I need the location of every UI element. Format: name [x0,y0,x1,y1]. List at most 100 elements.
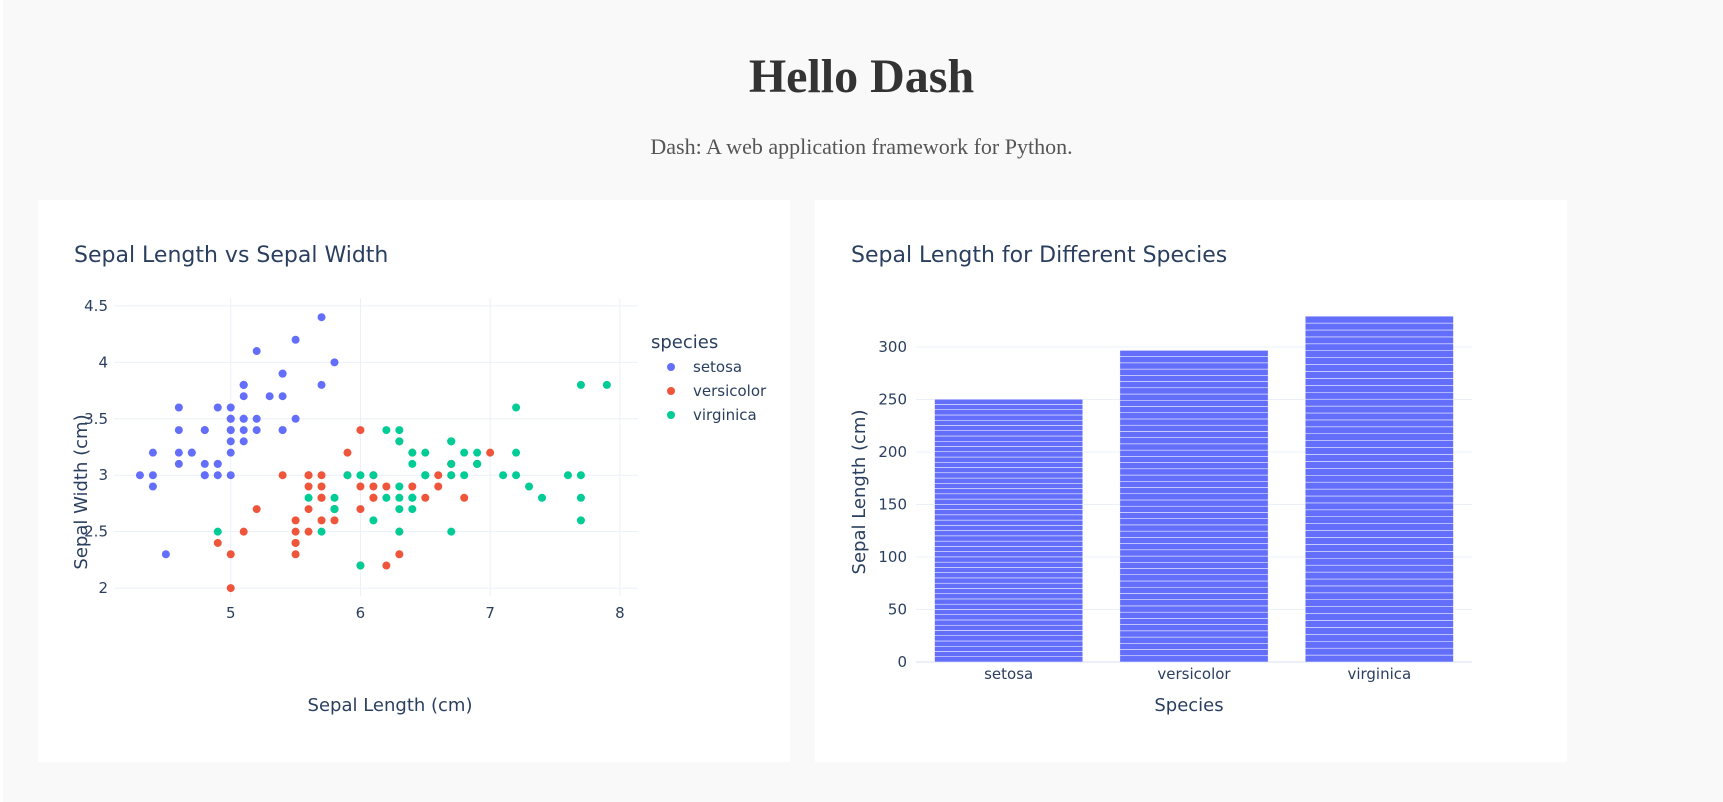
scatter-point-setosa[interactable] [226,426,235,435]
scatter-point-setosa[interactable] [278,369,287,378]
scatter-point-setosa[interactable] [213,403,222,412]
scatter-point-versicolor[interactable] [278,471,287,480]
scatter-point-versicolor[interactable] [434,471,443,480]
scatter-point-versicolor[interactable] [369,493,378,502]
scatter-point-setosa[interactable] [148,482,157,491]
scatter-point-virginica[interactable] [447,471,456,480]
scatter-point-setosa[interactable] [278,392,287,401]
scatter-point-setosa[interactable] [226,471,235,480]
scatter-point-versicolor[interactable] [226,584,235,593]
scatter-point-setosa[interactable] [174,403,183,412]
scatter-point-virginica[interactable] [576,516,585,525]
scatter-point-setosa[interactable] [252,347,261,356]
scatter-point-virginica[interactable] [395,437,404,446]
scatter-point-versicolor[interactable] [226,550,235,559]
scatter-point-setosa[interactable] [200,459,209,468]
scatter-point-virginica[interactable] [512,471,521,480]
scatter-point-setosa[interactable] [161,550,170,559]
scatter-point-virginica[interactable] [317,527,326,536]
scatter-point-virginica[interactable] [538,493,547,502]
scatter-point-versicolor[interactable] [395,550,404,559]
scatter-point-virginica[interactable] [330,505,339,514]
legend-item-setosa[interactable]: setosa [667,358,742,376]
scatter-point-virginica[interactable] [395,493,404,502]
scatter-point-virginica[interactable] [525,482,534,491]
scatter-point-versicolor[interactable] [369,482,378,491]
scatter-point-versicolor[interactable] [408,482,417,491]
scatter-point-setosa[interactable] [135,471,144,480]
scatter-point-virginica[interactable] [382,493,391,502]
scatter-point-virginica[interactable] [473,459,482,468]
scatter-point-setosa[interactable] [174,448,183,457]
legend-item-versicolor[interactable]: versicolor [667,382,767,400]
scatter-point-setosa[interactable] [330,358,339,367]
scatter-point-setosa[interactable] [200,426,209,435]
bar-versicolor[interactable] [1119,350,1269,663]
scatter-point-virginica[interactable] [447,527,456,536]
scatter-point-virginica[interactable] [512,403,521,412]
scatter-point-setosa[interactable] [239,392,248,401]
scatter-point-virginica[interactable] [447,459,456,468]
scatter-point-setosa[interactable] [239,380,248,389]
scatter-point-virginica[interactable] [395,482,404,491]
scatter-point-versicolor[interactable] [317,493,326,502]
scatter-point-versicolor[interactable] [291,527,300,536]
scatter-point-setosa[interactable] [200,471,209,480]
scatter-point-virginica[interactable] [499,471,508,480]
scatter-point-setosa[interactable] [239,414,248,423]
scatter-point-versicolor[interactable] [343,448,352,457]
scatter-point-virginica[interactable] [382,426,391,435]
scatter-point-virginica[interactable] [408,505,417,514]
scatter-point-virginica[interactable] [576,493,585,502]
scatter-point-virginica[interactable] [473,448,482,457]
scatter-point-virginica[interactable] [576,471,585,480]
bar-setosa[interactable] [934,398,1084,663]
scatter-point-virginica[interactable] [408,459,417,468]
scatter-chart[interactable]: Sepal Length vs Sepal Width 5 6 7 822.533.5… [38,200,790,762]
scatter-point-setosa[interactable] [317,380,326,389]
scatter-point-versicolor[interactable] [213,538,222,547]
scatter-point-virginica[interactable] [356,471,365,480]
scatter-point-versicolor[interactable] [252,505,261,514]
scatter-point-setosa[interactable] [213,459,222,468]
scatter-point-virginica[interactable] [213,527,222,536]
scatter-point-versicolor[interactable] [304,471,313,480]
scatter-point-setosa[interactable] [265,392,274,401]
scatter-point-setosa[interactable] [174,426,183,435]
scatter-point-versicolor[interactable] [317,516,326,525]
scatter-point-setosa[interactable] [317,313,326,322]
scatter-point-setosa[interactable] [226,448,235,457]
scatter-point-virginica[interactable] [602,380,611,389]
scatter-point-setosa[interactable] [278,426,287,435]
scatter-point-virginica[interactable] [330,493,339,502]
scatter-point-virginica[interactable] [343,471,352,480]
legend-item-virginica[interactable]: virginica [667,406,757,424]
scatter-point-setosa[interactable] [239,437,248,446]
scatter-point-virginica[interactable] [304,493,313,502]
scatter-point-virginica[interactable] [421,471,430,480]
scatter-point-versicolor[interactable] [382,482,391,491]
scatter-point-versicolor[interactable] [304,527,313,536]
scatter-point-setosa[interactable] [291,335,300,344]
bar-chart[interactable]: Sepal Length for Different Species 0 50 10… [815,200,1567,762]
scatter-point-setosa[interactable] [252,414,261,423]
scatter-point-setosa[interactable] [174,459,183,468]
scatter-point-versicolor[interactable] [304,505,313,514]
scatter-point-virginica[interactable] [408,448,417,457]
scatter-point-virginica[interactable] [395,426,404,435]
scatter-point-versicolor[interactable] [330,516,339,525]
scatter-point-versicolor[interactable] [356,505,365,514]
scatter-point-virginica[interactable] [369,516,378,525]
scatter-point-versicolor[interactable] [291,516,300,525]
scatter-point-versicolor[interactable] [304,482,313,491]
bar-virginica[interactable] [1304,315,1454,663]
scatter-point-setosa[interactable] [239,426,248,435]
scatter-point-versicolor[interactable] [356,482,365,491]
scatter-point-versicolor[interactable] [356,426,365,435]
scatter-point-versicolor[interactable] [291,550,300,559]
scatter-point-virginica[interactable] [395,505,404,514]
scatter-point-setosa[interactable] [148,471,157,480]
scatter-legend[interactable]: species setosa versicolor virginica [651,332,767,424]
scatter-point-versicolor[interactable] [317,471,326,480]
scatter-point-setosa[interactable] [148,448,157,457]
